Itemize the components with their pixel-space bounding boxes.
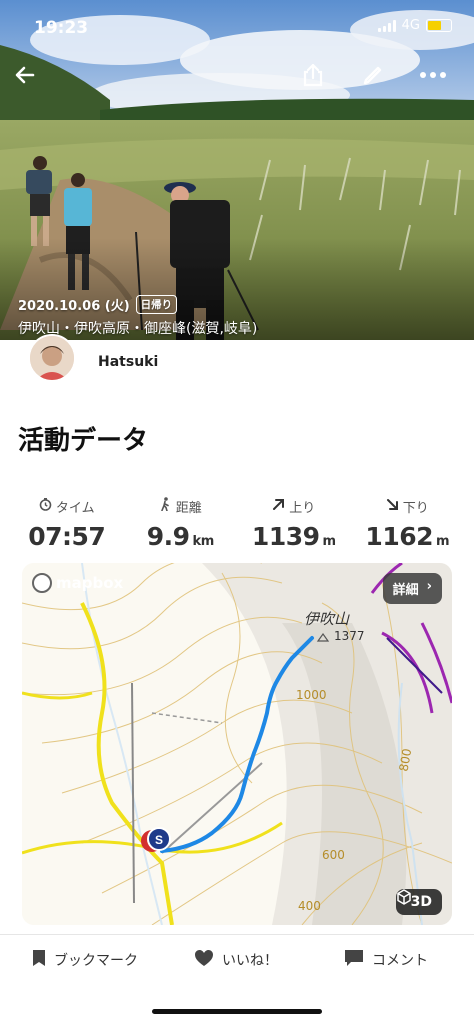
map-detail-label: 詳細 [392,583,419,598]
bookmark-label: ブックマーク [54,953,138,969]
arrow-down-right-icon [386,498,399,515]
activity-stats: タイム 07:57 距離 9.9 km 上り 1139 m 下り 1162 m [10,496,464,551]
page-title: 活動データ [18,426,149,456]
peak-name: 伊吹山 [304,610,350,628]
pencil-icon[interactable] [358,60,388,90]
mapbox-icon [32,573,52,593]
clock-icon [39,497,52,515]
hiker-icon [159,497,172,515]
trip-date-row: 2020.10.06 (火) 日帰り [18,295,178,314]
topo-map: S [22,563,452,925]
svg-text:S: S [155,833,163,847]
comment-button[interactable]: コメント [344,949,428,971]
stat-distance: 距離 9.9 km [124,496,238,551]
stat-unit: km [192,534,215,549]
heart-icon [194,949,214,971]
stat-label: 距離 [175,500,202,516]
stat-ascent: 上り 1139 m [237,496,351,551]
stat-value: 1139 [251,522,320,551]
arrow-up-right-icon [272,498,285,515]
route-map[interactable]: S mapbox 詳細 › 伊吹山 1377 1000 800 600 400 … [22,563,452,925]
more-dots-icon[interactable] [418,60,448,90]
trip-date: 2020.10.06 (火) [18,299,130,314]
stat-label: 下り [402,500,429,516]
battery-icon [426,19,452,32]
bookmark-button[interactable]: ブックマーク [32,949,138,971]
stat-value: 07:57 [28,522,106,551]
trip-type-badge: 日帰り [135,295,178,314]
comment-label: コメント [372,953,428,969]
signal-icon [377,19,396,32]
back-arrow-icon[interactable] [10,60,40,90]
map-3d-label: 3D [410,894,432,910]
stat-value: 1162 [365,522,434,551]
stat-value: 9.9 [146,522,190,551]
contour-label: 600 [322,848,345,862]
peak-elevation: 1377 [334,629,365,643]
status-time: 19:23 [34,18,89,38]
author-name[interactable]: Hatsuki [98,354,158,370]
home-indicator [152,1009,322,1014]
stat-unit: m [322,534,337,549]
comment-icon [344,949,364,971]
status-indicators: 4G [377,18,452,33]
chevron-right-icon: › [426,579,432,594]
like-label: いいね！ [222,953,278,969]
stat-time: タイム 07:57 [10,496,124,551]
avatar[interactable] [28,334,76,382]
like-button[interactable]: いいね！ [194,949,278,971]
network-label: 4G [401,18,420,33]
contour-label: 1000 [296,688,327,702]
stat-label: 上り [289,500,316,516]
stat-label: タイム [55,500,95,516]
map-3d-button[interactable]: 3D [395,889,442,915]
share-icon[interactable] [298,60,328,90]
contour-label: 400 [298,899,321,913]
hero-photo: 19:23 4G 2020.10.06 (火) 日帰り 伊吹山・伊吹高原・御座峰… [0,0,474,340]
mapbox-logo: mapbox [32,573,123,593]
stat-descent: 下り 1162 m [351,496,465,551]
map-detail-button[interactable]: 詳細 › [382,573,442,604]
bookmark-icon [32,949,46,971]
stat-unit: m [436,534,450,549]
hiking-photo [0,0,474,340]
